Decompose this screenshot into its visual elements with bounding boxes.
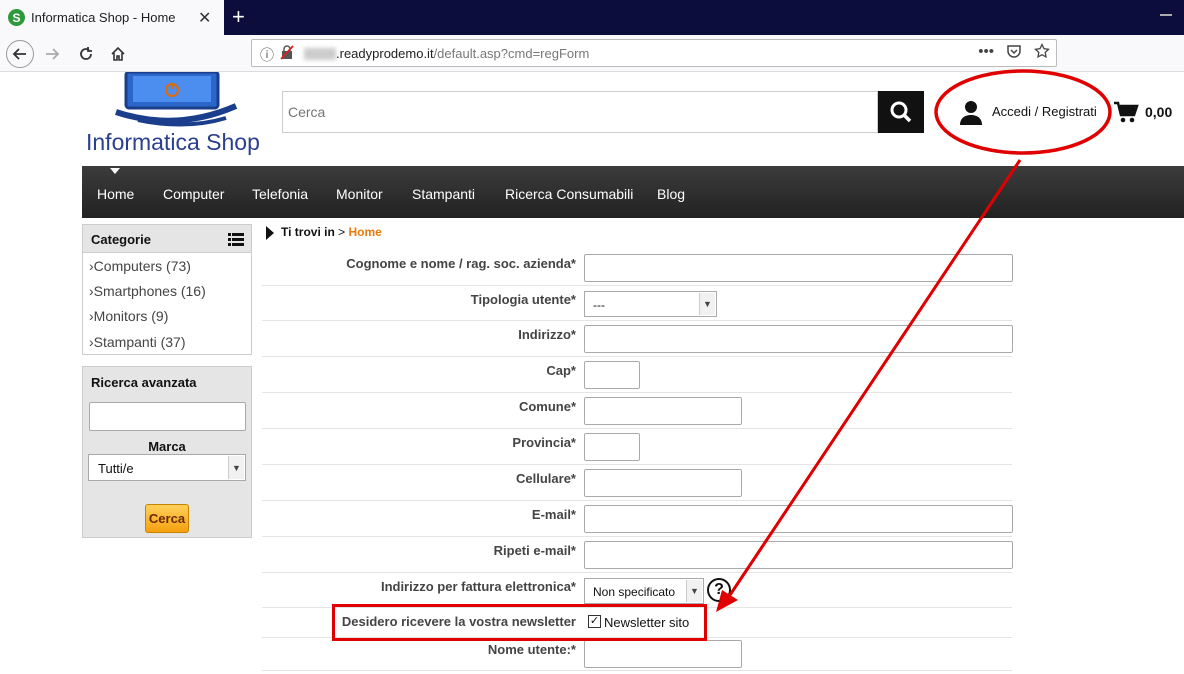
annotation-ellipse <box>934 69 1112 155</box>
annotation-arrow-head <box>716 590 738 612</box>
annotation-arrow-line <box>726 159 1022 599</box>
annotation-overlay <box>716 69 1112 612</box>
